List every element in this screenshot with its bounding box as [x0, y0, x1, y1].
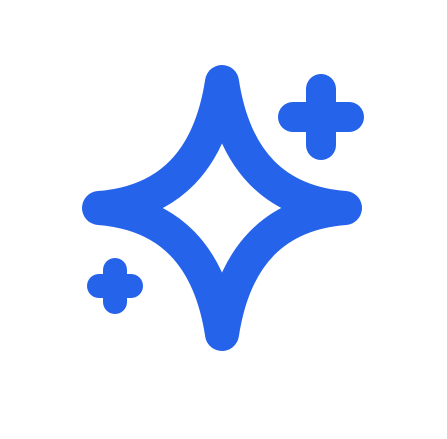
icon-canvas [0, 0, 447, 439]
small-plus-bottom-left [87, 258, 143, 314]
sparkles-icon [0, 0, 447, 439]
small-plus-top-right [278, 74, 364, 160]
